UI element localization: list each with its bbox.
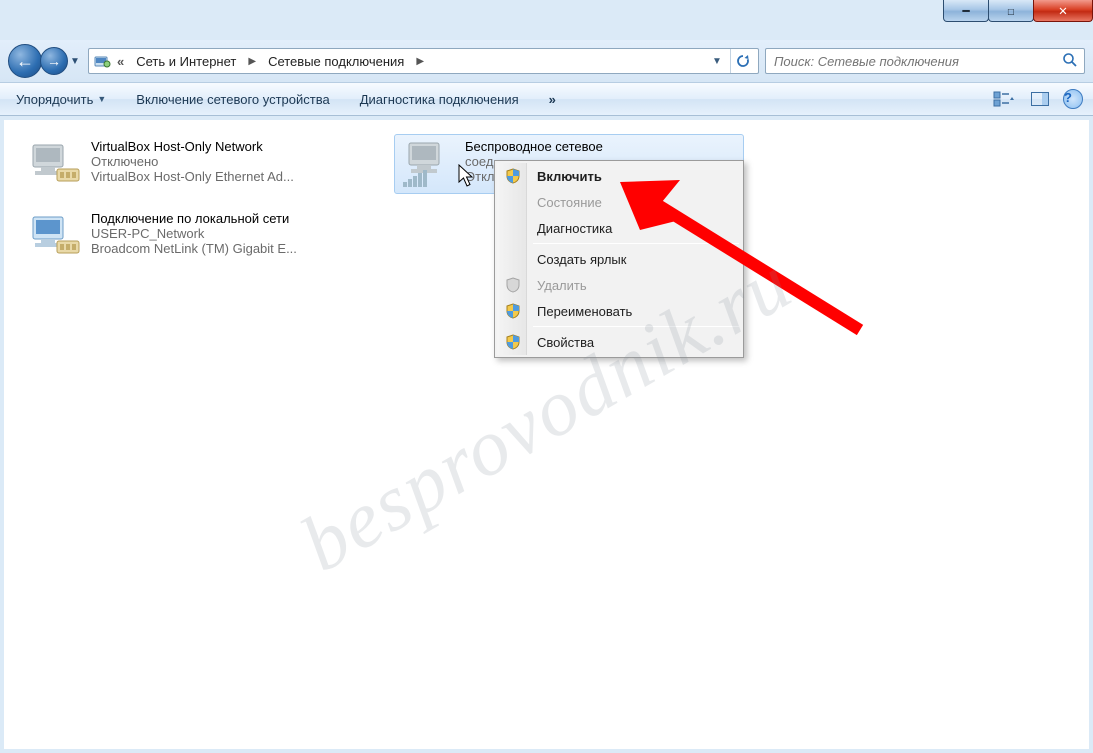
shield-icon <box>505 303 521 319</box>
connection-vbox-host-only[interactable]: VirtualBox Host-Only Network Отключено V… <box>20 134 370 194</box>
breadcrumb-separator-icon[interactable]: ▶ <box>412 49 428 73</box>
breadcrumb-separator-icon[interactable]: ▶ <box>244 49 260 73</box>
menu-properties[interactable]: Свойства <box>497 329 741 355</box>
breadcrumb-network-connections[interactable]: Сетевые подключения <box>262 49 410 73</box>
menu-diagnostics[interactable]: Диагностика <box>497 215 741 241</box>
shield-icon <box>505 168 521 184</box>
shield-icon <box>505 334 521 350</box>
path-overflow-icon[interactable]: « <box>113 54 128 69</box>
connection-local-area[interactable]: Подключение по локальной сети USER-PC_Ne… <box>20 206 370 266</box>
menu-separator <box>533 326 739 327</box>
nav-back-button[interactable]: ← <box>8 44 42 78</box>
wireless-adapter-disabled-icon <box>401 139 455 189</box>
minimize-button[interactable]: ━ <box>943 0 989 22</box>
preview-pane-button[interactable] <box>1027 88 1053 110</box>
organize-menu[interactable]: Упорядочить▼ <box>10 88 112 111</box>
location-icon <box>93 52 111 70</box>
toolbar-overflow-button[interactable]: » <box>543 88 563 111</box>
search-input[interactable] <box>772 53 1062 70</box>
menu-rename[interactable]: Переименовать <box>497 298 741 324</box>
maximize-button[interactable]: ☐ <box>988 0 1034 22</box>
address-dropdown-icon[interactable]: ▼ <box>706 50 728 72</box>
network-adapter-disabled-icon <box>27 139 81 189</box>
close-button[interactable]: ✕ <box>1033 0 1093 22</box>
menu-delete: Удалить <box>497 272 741 298</box>
menu-create-shortcut[interactable]: Создать ярлык <box>497 246 741 272</box>
change-view-button[interactable] <box>991 88 1017 110</box>
connection-status: USER-PC_Network <box>91 226 363 241</box>
nav-history-dropdown[interactable]: ▼ <box>68 47 82 75</box>
nav-forward-button[interactable]: → <box>40 47 68 75</box>
connection-device: Broadcom NetLink (TM) Gigabit E... <box>91 241 363 256</box>
menu-enable[interactable]: Включить <box>497 163 741 189</box>
breadcrumb-network-internet[interactable]: Сеть и Интернет <box>130 49 242 73</box>
refresh-button[interactable] <box>730 49 754 73</box>
shield-icon <box>505 277 521 293</box>
connection-name: Подключение по локальной сети <box>91 211 363 226</box>
connection-name: Беспроводное сетевое <box>465 139 737 154</box>
command-toolbar: Упорядочить▼ Включение сетевого устройст… <box>0 82 1093 116</box>
connection-status: Отключено <box>91 154 363 169</box>
enable-device-button[interactable]: Включение сетевого устройства <box>130 88 335 111</box>
connection-name: VirtualBox Host-Only Network <box>91 139 363 154</box>
window-controls: ━ ☐ ✕ <box>944 0 1093 22</box>
menu-state: Состояние <box>497 189 741 215</box>
network-adapter-connected-icon <box>27 211 81 261</box>
menu-separator <box>533 243 739 244</box>
diagnose-connection-button[interactable]: Диагностика подключения <box>354 88 525 111</box>
address-bar[interactable]: « Сеть и Интернет ▶ Сетевые подключения … <box>88 48 759 74</box>
network-connections-window: ━ ☐ ✕ ← → ▼ « Сеть и Интернет ▶ Сетевые … <box>0 0 1093 753</box>
context-menu: Включить Состояние Диагностика Создать я… <box>494 160 744 358</box>
help-button[interactable]: ? <box>1063 89 1083 109</box>
connection-device: VirtualBox Host-Only Ethernet Ad... <box>91 169 363 184</box>
search-box[interactable] <box>765 48 1085 74</box>
search-icon <box>1062 52 1078 71</box>
navigation-bar: ← → ▼ « Сеть и Интернет ▶ Сетевые подклю… <box>0 40 1093 82</box>
